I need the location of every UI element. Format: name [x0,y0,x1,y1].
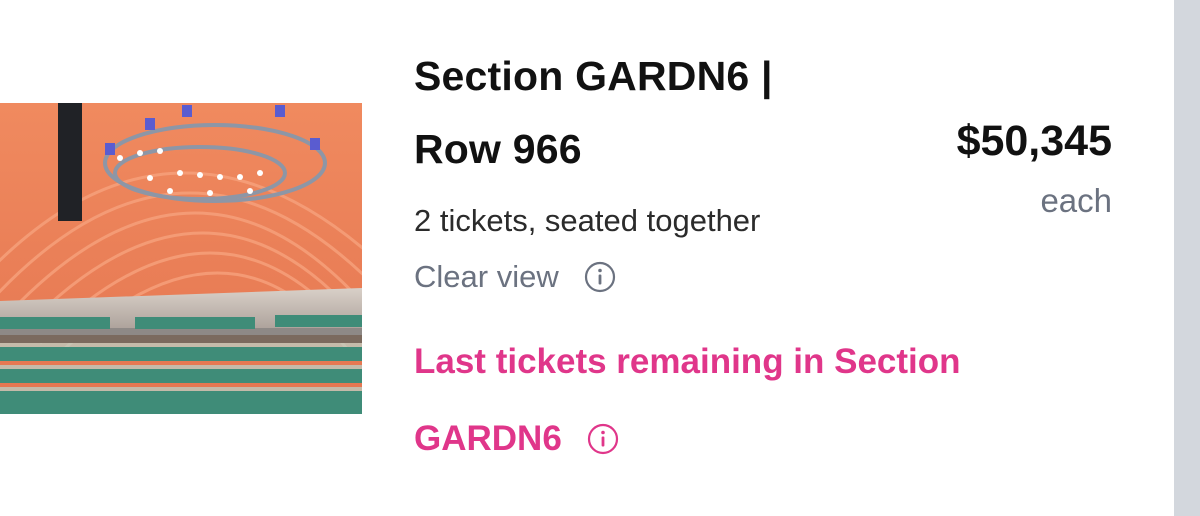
price-unit: each [1040,182,1112,219]
listing-details: Section GARDN6 | Row 966 2 tickets, seat… [414,52,961,461]
venue-view-image[interactable] [0,103,362,414]
urgency-line-2: GARDN6 [414,419,562,458]
urgency-row-2: GARDN6 [414,417,1134,461]
scrollbar[interactable] [1174,0,1200,516]
urgency-message: Last tickets remaining in Section GARDN6 [414,340,1134,461]
ticket-count-text: 2 tickets, seated together [414,203,761,238]
info-circle-icon[interactable] [584,261,616,293]
price-value: $50,345 [956,117,1112,165]
info-circle-icon[interactable] [587,423,619,455]
price-block: $50,345 each [957,116,1112,220]
view-quality-label: Clear view [414,259,559,294]
section-title: Section GARDN6 | [414,53,773,99]
row-title: Row 966 [414,126,582,172]
urgency-line-1: Last tickets remaining in Section [414,342,961,381]
listing-title: Section GARDN6 | Row 966 [414,52,894,198]
view-quality-row: Clear view [414,258,894,296]
